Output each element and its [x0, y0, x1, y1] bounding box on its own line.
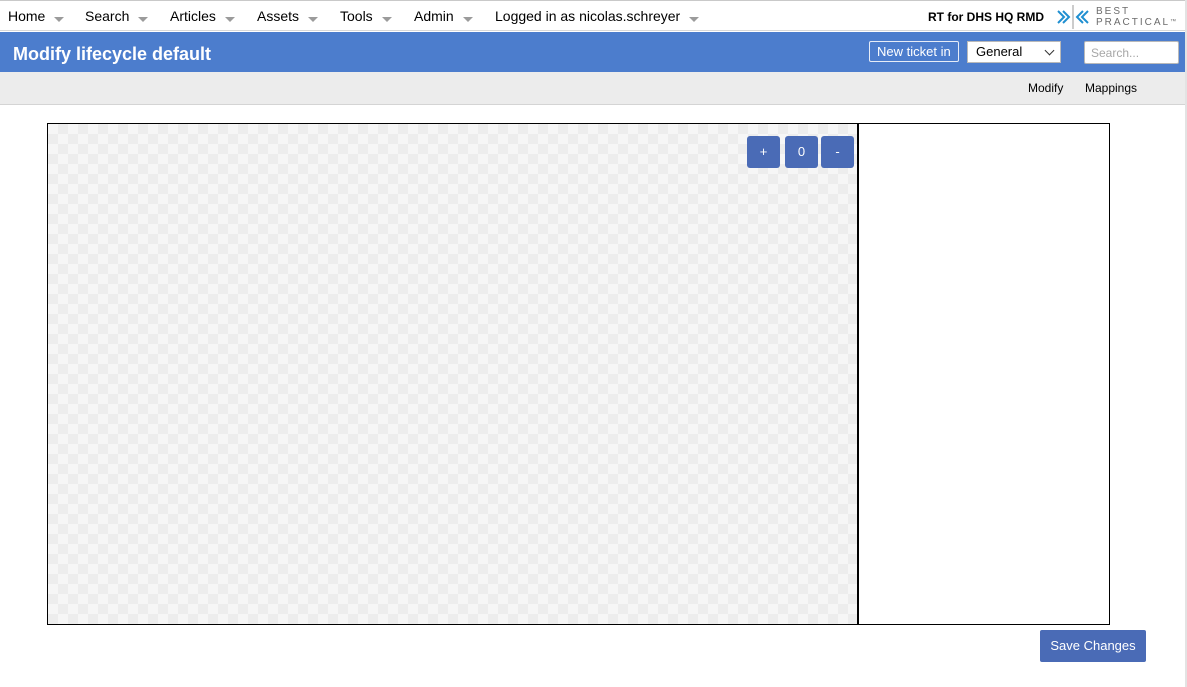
chevron-down-icon — [224, 16, 235, 22]
zoom-out-button[interactable]: - — [821, 136, 854, 168]
menu-search[interactable]: Search — [85, 7, 149, 27]
logo-line-2: PRACTICAL™ — [1096, 17, 1176, 28]
menu-home-label: Home — [8, 8, 46, 24]
save-changes-button[interactable]: Save Changes — [1040, 630, 1146, 662]
menu-admin[interactable]: Admin — [414, 7, 473, 27]
menu-articles-label: Articles — [170, 8, 216, 24]
zoom-reset-button[interactable]: 0 — [785, 136, 818, 168]
top-menu-bar: Home Search Articles Assets Tools Admin … — [0, 0, 1187, 31]
subnav-modify[interactable]: Modify — [1028, 81, 1063, 96]
logo-line-2-text: PRACTICAL — [1096, 17, 1171, 28]
chevron-down-icon — [689, 16, 700, 22]
queue-select-value: General — [976, 44, 1023, 59]
new-ticket-button[interactable]: New ticket in — [869, 41, 959, 62]
best-practical-wordmark: BEST PRACTICAL™ — [1096, 6, 1176, 28]
page-header: Modify lifecycle default New ticket in G… — [0, 32, 1187, 72]
menu-search-label: Search — [85, 8, 130, 24]
page-subnav: Modify Mappings — [0, 72, 1187, 105]
subnav-mappings[interactable]: Mappings — [1085, 81, 1137, 96]
menu-tools[interactable]: Tools — [340, 7, 392, 27]
search-input[interactable] — [1084, 41, 1179, 64]
best-practical-logo[interactable]: BEST PRACTICAL™ — [1056, 4, 1186, 30]
chevron-down-icon — [54, 16, 65, 22]
menu-tools-label: Tools — [340, 8, 373, 24]
menu-user[interactable]: Logged in as nicolas.schreyer — [495, 7, 700, 27]
lifecycle-canvas[interactable]: + 0 - — [47, 123, 858, 625]
chevron-down-icon — [1044, 45, 1055, 56]
chevron-down-icon — [138, 16, 149, 22]
logo-trademark: ™ — [1170, 19, 1177, 25]
rt-instance-name: RT for DHS HQ RMD — [928, 10, 1044, 24]
menu-user-label: Logged in as nicolas.schreyer — [495, 8, 681, 24]
chevron-down-icon — [381, 16, 392, 22]
inspector-panel — [857, 123, 1110, 625]
chevron-down-icon — [308, 16, 319, 22]
menu-home[interactable]: Home — [8, 7, 65, 27]
menu-admin-label: Admin — [414, 8, 454, 24]
menu-assets[interactable]: Assets — [257, 7, 319, 27]
logo-line-1: BEST — [1096, 6, 1131, 17]
menu-assets-label: Assets — [257, 8, 300, 24]
menu-articles[interactable]: Articles — [170, 7, 235, 27]
chevrons-logo-icon — [1057, 5, 1089, 29]
page-title: Modify lifecycle default — [13, 44, 212, 64]
chevron-down-icon — [462, 16, 473, 22]
zoom-in-button[interactable]: + — [747, 136, 780, 168]
queue-select[interactable]: General — [967, 41, 1061, 63]
